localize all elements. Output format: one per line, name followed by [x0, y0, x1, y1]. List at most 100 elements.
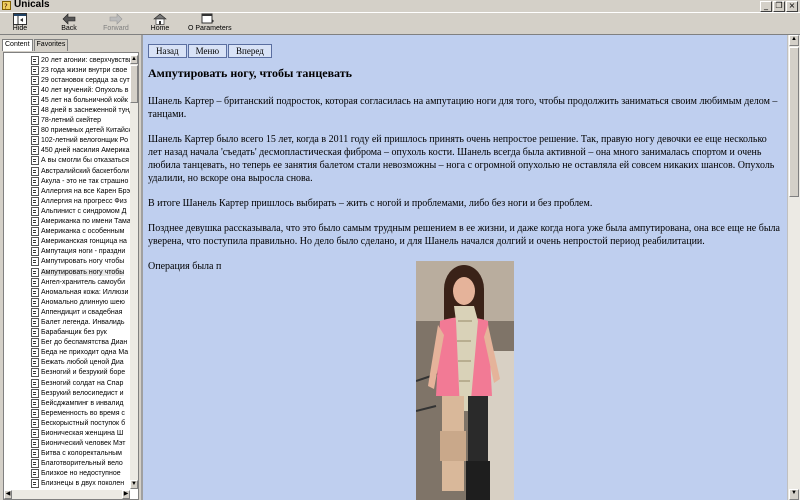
list-item-label: Ампутировать ногу чтобы: [41, 258, 125, 266]
list-item[interactable]: Балет легенда. Инвалидь: [4, 317, 130, 327]
list-item-label: Австралийский баскетболи: [41, 167, 130, 175]
list-item[interactable]: Близнецы в двух поколен: [4, 479, 130, 489]
title-bar: ? Unicals _ ❐ ×: [0, 0, 800, 13]
scroll-down-arrow-icon[interactable]: ▼: [130, 480, 138, 489]
article-body: Ампутировать ногу, чтобы танцевать Шанел…: [148, 67, 780, 285]
tab-content[interactable]: Content: [2, 39, 33, 51]
list-item[interactable]: Безрукий велосипедист и: [4, 388, 130, 398]
home-button[interactable]: Home: [145, 13, 175, 34]
list-item[interactable]: Ампутировать ногу чтобы: [4, 267, 130, 277]
document-icon: [31, 126, 39, 136]
list-item[interactable]: Альпинист с синдромом Д: [4, 206, 130, 216]
list-item[interactable]: Бежать любой ценой Диа: [4, 358, 130, 368]
nav-back-button[interactable]: Назад: [148, 44, 187, 58]
document-icon: [31, 378, 39, 388]
document-icon: [31, 338, 39, 348]
list-item[interactable]: 20 лет агонии: сверхчувствит: [4, 55, 130, 65]
content-scroll-down-icon[interactable]: ▼: [789, 489, 799, 500]
list-item[interactable]: 450 дней насилия Америка: [4, 146, 130, 156]
document-icon: [31, 156, 39, 166]
document-icon: [31, 328, 39, 338]
forward-button[interactable]: Forward: [101, 13, 131, 34]
list-item[interactable]: Близкое но недоступное: [4, 469, 130, 479]
restore-button[interactable]: ❐: [773, 1, 785, 12]
list-item-label: Американка с особенным: [41, 228, 125, 236]
parameters-button[interactable]: O Parameters: [188, 13, 232, 34]
list-item[interactable]: Американка по имени Тама: [4, 217, 130, 227]
list-item[interactable]: Бескорыстный поступок б: [4, 418, 130, 428]
article-paragraph: Шанель Картер – британский подросток, ко…: [148, 96, 778, 120]
content-scroll-thumb[interactable]: [789, 47, 799, 197]
document-icon: [31, 95, 39, 105]
list-item[interactable]: Аллергия на прогресс Физ: [4, 196, 130, 206]
list-item-label: Бионический человек Мэт: [41, 440, 126, 448]
list-item[interactable]: Аппендицит и свадебная: [4, 307, 130, 317]
hide-button[interactable]: Hide: [5, 13, 35, 34]
document-icon: [31, 307, 39, 317]
app-icon: ?: [2, 1, 11, 10]
scroll-up-arrow-icon[interactable]: ▲: [130, 55, 138, 64]
list-scroll-thumb[interactable]: [130, 65, 138, 103]
list-item[interactable]: Американская гонщица на: [4, 237, 130, 247]
list-item[interactable]: Бионический человек Мэт: [4, 439, 130, 449]
list-item[interactable]: Безногий и безрукий боре: [4, 368, 130, 378]
list-item[interactable]: А вы смогли бы отказаться: [4, 156, 130, 166]
nav-menu-button[interactable]: Меню: [187, 44, 228, 58]
content-scroll-up-icon[interactable]: ▲: [789, 35, 799, 46]
list-item[interactable]: Беременность во время с: [4, 408, 130, 418]
list-item[interactable]: 80 приемных детей Китайск: [4, 126, 130, 136]
document-icon: [31, 398, 39, 408]
list-item[interactable]: Австралийский баскетболи: [4, 166, 130, 176]
list-item[interactable]: Барабанщик без рук: [4, 328, 130, 338]
scroll-left-arrow-icon[interactable]: ◀: [4, 490, 12, 499]
list-item-label: Американка по имени Тама: [41, 218, 130, 226]
list-item-label: 20 лет агонии: сверхчувствит: [41, 56, 130, 64]
list-item[interactable]: Аномальная кожа: Иллюзи: [4, 287, 130, 297]
list-item[interactable]: 40 лет мучений: Опухоль в: [4, 85, 130, 95]
list-item[interactable]: Безногий солдат на Спар: [4, 378, 130, 388]
list-item[interactable]: Благотворительный вело: [4, 459, 130, 469]
home-label: Home: [150, 25, 170, 32]
list-item[interactable]: 102-летний велогонщик Ро: [4, 136, 130, 146]
list-item[interactable]: 45 лет на больничной койк: [4, 95, 130, 105]
list-item[interactable]: 29 остановок сердца за сут: [4, 75, 130, 85]
list-item-label: Благотворительный вело: [41, 460, 123, 468]
document-icon: [31, 55, 39, 65]
document-icon: [31, 206, 39, 216]
list-item[interactable]: Американка с особенным: [4, 227, 130, 237]
document-icon: [31, 247, 39, 257]
topic-items: 20 лет агонии: сверхчувствит 23 года жизн…: [4, 55, 130, 489]
document-icon: [31, 358, 39, 368]
content-scrollbar[interactable]: ▲ ▼: [787, 35, 800, 500]
close-button[interactable]: ×: [786, 1, 798, 12]
list-item[interactable]: Ампутация ноги - праздни: [4, 247, 130, 257]
parameters-icon: [201, 13, 214, 24]
minimize-button[interactable]: _: [760, 1, 772, 12]
list-horizontal-scrollbar[interactable]: ◀ ▶: [4, 490, 130, 499]
list-item[interactable]: Ампутировать ногу чтобы: [4, 257, 130, 267]
list-item[interactable]: 48 дней в заснеженной тундр: [4, 105, 130, 116]
list-item[interactable]: Беда не приходит одна Ма: [4, 348, 130, 358]
scroll-right-arrow-icon[interactable]: ▶: [122, 490, 130, 499]
nav-forward-button[interactable]: Вперед: [228, 44, 272, 58]
list-item[interactable]: Бионическая женщина Ш: [4, 428, 130, 439]
list-item[interactable]: Бег до беспамятства Диан: [4, 338, 130, 348]
document-icon: [31, 297, 39, 307]
list-item-label: Аллергия на прогресс Физ: [41, 197, 127, 205]
list-item[interactable]: Аллергия на все Карен Брэ: [4, 186, 130, 196]
forward-label: Forward: [103, 25, 129, 32]
tab-favorites[interactable]: Favorites: [33, 39, 69, 51]
list-item[interactable]: Ангел-хранитель самоуби: [4, 277, 130, 287]
list-item[interactable]: Аномально длинную шею: [4, 297, 130, 307]
list-item[interactable]: Битва с колоректальным: [4, 449, 130, 459]
list-item[interactable]: Акула - это не так страшно: [4, 176, 130, 186]
list-item-label: Ампутировать ногу чтобы: [41, 268, 125, 276]
document-icon: [31, 317, 39, 327]
list-vertical-scrollbar[interactable]: ▲ ▼: [130, 55, 138, 489]
list-item-label: 40 лет мучений: Опухоль в: [41, 86, 129, 94]
document-icon: [31, 227, 39, 237]
list-item[interactable]: Бейсджампинг в инвалид: [4, 398, 130, 408]
list-item[interactable]: 23 года жизни внутри свое: [4, 65, 130, 75]
back-button[interactable]: Back: [54, 13, 84, 34]
list-item[interactable]: 78-летний скейтер: [4, 116, 130, 126]
